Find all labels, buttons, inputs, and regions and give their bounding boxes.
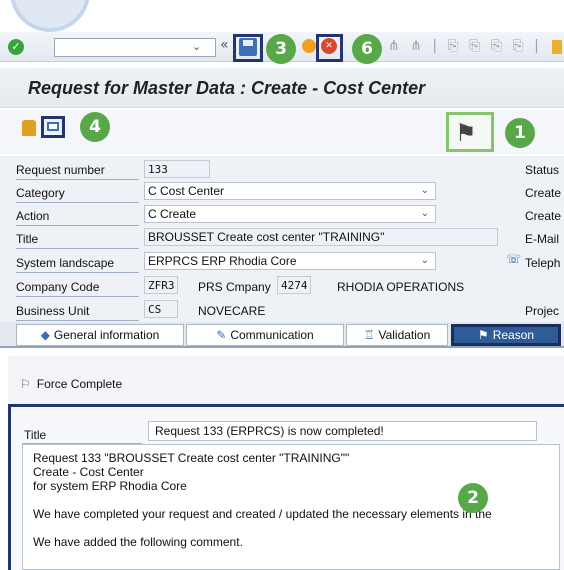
- company-code-2-field: 4274: [277, 276, 311, 294]
- created-by-label: Create: [525, 186, 562, 200]
- business-unit-desc: NOVECARE: [198, 304, 266, 318]
- tab-strip: ◆ General information ✎ Communication ♖ Val…: [0, 322, 564, 348]
- created-on-label: Create: [525, 209, 562, 223]
- system-landscape-label: System landscape: [16, 256, 115, 270]
- chevron-down-icon: ⌄: [420, 255, 429, 266]
- system-landscape-select[interactable]: ERPRCS ERP Rhodia Core ⌄: [144, 252, 436, 270]
- company-code-field: ZFR3: [144, 276, 178, 294]
- diamond-icon: ◆: [40, 328, 50, 342]
- command-dropdown-icon[interactable]: ⌄: [192, 40, 201, 53]
- label-underline: [16, 179, 139, 180]
- mail-button[interactable]: [41, 116, 65, 138]
- callout-4: 4: [80, 112, 110, 142]
- label-underline: [16, 248, 139, 249]
- title-label: Title: [16, 232, 39, 246]
- person-phone-icon: ☏: [506, 252, 522, 266]
- callout-3: 3: [266, 34, 296, 64]
- find-and-page-icons[interactable]: ⋔ ⋔ | ⎘ ⎘ ⎘ ⎘ |: [388, 38, 542, 54]
- request-number-field: 133: [144, 160, 210, 178]
- title-bar: Request for Master Data : Create - Cost …: [0, 68, 564, 108]
- save-icon[interactable]: [239, 38, 257, 56]
- layout-icon[interactable]: [552, 40, 562, 54]
- callout-6: 6: [352, 34, 382, 64]
- label-underline: [16, 320, 139, 321]
- callout-1: 1: [505, 118, 535, 148]
- company-code-label: Company Code: [16, 280, 100, 294]
- flag-outline-icon: ⚐: [20, 377, 31, 391]
- enter-checkmark-icon[interactable]: ✓: [8, 39, 24, 55]
- cancel-icon[interactable]: ✕: [321, 38, 337, 54]
- force-complete-checkbox[interactable]: ⚐ Force Complete: [20, 377, 122, 391]
- top-decoration: [10, 0, 90, 32]
- checkered-flag-icon: ⚑: [455, 119, 477, 147]
- callout-2: 2: [458, 483, 488, 513]
- pencil-icon: ✎: [216, 328, 227, 342]
- action-select[interactable]: C Create ⌄: [144, 205, 436, 223]
- person-icon[interactable]: [22, 120, 36, 136]
- label-underline: [16, 272, 139, 273]
- label-underline: [16, 296, 139, 297]
- category-label: Category: [16, 186, 65, 200]
- title-field: BROUSSET Create cost center "TRAINING": [144, 228, 498, 246]
- chevron-down-icon: ⌄: [420, 208, 429, 219]
- force-complete-flag-button[interactable]: ⚑: [446, 112, 494, 152]
- label-underline: [16, 202, 139, 203]
- tab-validation[interactable]: ♖ Validation: [346, 324, 448, 346]
- validation-icon: ♖: [363, 328, 375, 342]
- message-title-input[interactable]: Request 133 (ERPRCS) is now completed!: [148, 421, 537, 441]
- message-title-label: Title: [24, 428, 47, 442]
- tab-reason[interactable]: ⚑ Reason: [451, 324, 561, 346]
- company-name: RHODIA OPERATIONS: [337, 280, 465, 294]
- business-unit-label: Business Unit: [16, 304, 90, 318]
- action-label: Action: [16, 209, 50, 223]
- status-label: Status: [525, 163, 560, 177]
- project-label: Projec: [525, 304, 560, 318]
- page-title: Request for Master Data : Create - Cost …: [28, 78, 426, 98]
- flag-icon: ⚑: [477, 328, 489, 342]
- tab-communication[interactable]: ✎ Communication: [186, 324, 344, 346]
- category-select[interactable]: C Cost Center ⌄: [144, 182, 436, 200]
- back-history-icon[interactable]: «: [220, 37, 229, 53]
- telephone-label: Teleph: [525, 256, 561, 270]
- request-number-label: Request number: [16, 163, 105, 177]
- company-code-desc: PRS Cmpany: [198, 280, 271, 294]
- label-underline: [16, 225, 139, 226]
- business-unit-field: CS: [144, 300, 178, 318]
- back-icon[interactable]: [302, 39, 316, 53]
- email-label: E-Mail: [525, 232, 560, 246]
- chevron-down-icon: ⌄: [420, 185, 429, 196]
- tab-general-information[interactable]: ◆ General information: [16, 324, 184, 346]
- mail-icon: [47, 122, 59, 131]
